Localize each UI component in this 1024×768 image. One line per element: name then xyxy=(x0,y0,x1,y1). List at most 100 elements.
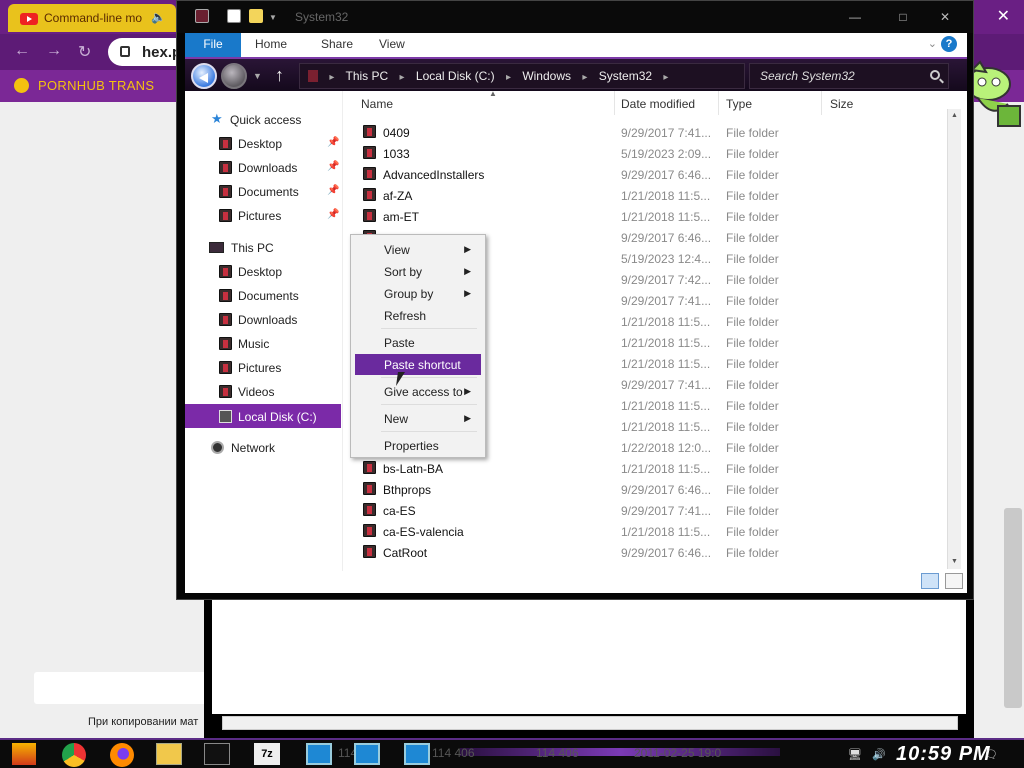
context-menu-item-sort-by[interactable]: Sort by ▶ xyxy=(355,261,481,282)
file-row[interactable]: bs-Latn-BA 1/21/2018 11:5... File folder xyxy=(345,458,945,479)
nav-pc-desktop[interactable]: Desktop xyxy=(185,261,341,283)
pin-icon[interactable]: 📌 xyxy=(327,209,339,220)
large-icons-view-icon[interactable] xyxy=(945,573,963,589)
window-icon[interactable] xyxy=(404,743,430,765)
background-window-hscrollbar[interactable] xyxy=(222,716,958,730)
explorer-app-icon[interactable] xyxy=(195,9,209,23)
forward-icon[interactable] xyxy=(221,63,247,89)
minimize-icon[interactable]: — xyxy=(839,7,871,27)
recent-locations-icon[interactable]: ▼ xyxy=(253,71,262,81)
help-icon[interactable]: ? xyxy=(941,36,957,52)
qat-dropdown-icon[interactable]: ▼ xyxy=(269,13,277,22)
chrome-icon[interactable] xyxy=(62,743,86,767)
context-menu-item-view[interactable]: View ▶ xyxy=(355,239,481,260)
tab-home[interactable]: Home xyxy=(247,33,295,57)
window-icon[interactable] xyxy=(354,743,380,765)
nav-network[interactable]: Network xyxy=(185,437,341,459)
browser-forward-icon[interactable]: → xyxy=(46,42,62,60)
breadcrumb-chevron-icon[interactable]: ▸ xyxy=(663,72,668,83)
breadcrumb-chevron-icon[interactable]: ▸ xyxy=(400,72,405,83)
nav-pc-music[interactable]: Music xyxy=(185,333,341,355)
notification-icon[interactable]: 🗨 xyxy=(984,748,998,761)
file-row[interactable]: CatRoot 9/29/2017 6:46... File folder xyxy=(345,542,945,563)
breadcrumb-chevron-icon[interactable]: ▸ xyxy=(506,72,511,83)
browser-close-icon[interactable]: ✕ xyxy=(997,6,1010,26)
new-folder-icon[interactable] xyxy=(249,9,263,23)
file-row[interactable]: Bthprops 9/29/2017 6:46... File folder xyxy=(345,479,945,500)
search-input[interactable]: Search System32 xyxy=(749,63,949,89)
file-explorer-taskbar-icon[interactable] xyxy=(156,743,182,765)
file-row[interactable]: am-ET 1/21/2018 11:5... File folder xyxy=(345,206,945,227)
window-icon[interactable] xyxy=(306,743,332,765)
maximize-icon[interactable]: □ xyxy=(887,7,919,27)
firefox-icon[interactable] xyxy=(110,743,134,767)
context-menu-item-group-by[interactable]: Group by ▶ xyxy=(355,283,481,304)
breadcrumb-item[interactable]: Local Disk (C:) xyxy=(416,69,495,83)
close-icon[interactable]: ✕ xyxy=(929,7,961,27)
file-row[interactable]: 1033 5/19/2023 2:09... File folder xyxy=(345,143,945,164)
pin-icon[interactable]: 📌 xyxy=(327,137,339,148)
tab-file[interactable]: File xyxy=(185,33,241,57)
nav-qa-pictures[interactable]: Pictures 📌 xyxy=(185,205,341,227)
pin-icon[interactable]: 📌 xyxy=(327,185,339,196)
start-icon[interactable] xyxy=(12,743,36,765)
nav-pc-downloads[interactable]: Downloads xyxy=(185,309,341,331)
network-tray-icon[interactable]: 🖥 xyxy=(848,748,862,761)
nav-this-pc[interactable]: This PC xyxy=(185,237,341,259)
breadcrumb-item[interactable]: This PC xyxy=(346,69,389,83)
nav-qa-downloads[interactable]: Downloads 📌 xyxy=(185,157,341,179)
nav-local-disk[interactable]: Local Disk (C:) xyxy=(185,404,341,428)
file-row[interactable]: af-ZA 1/21/2018 11:5... File folder xyxy=(345,185,945,206)
breadcrumb-chevron-icon[interactable]: ▸ xyxy=(329,72,334,83)
browser-reload-icon[interactable]: ↻ xyxy=(78,42,91,62)
nav-pc-documents[interactable]: Documents xyxy=(185,285,341,307)
pin-icon[interactable]: 📌 xyxy=(327,161,339,172)
browser-scrollbar[interactable] xyxy=(1004,508,1022,708)
browser-back-icon[interactable]: ← xyxy=(14,42,30,60)
context-menu-item-refresh[interactable]: Refresh xyxy=(355,305,481,326)
nav-quick-access[interactable]: ★ Quick access xyxy=(185,109,341,131)
tab-view[interactable]: View xyxy=(371,33,413,57)
scroll-down-icon[interactable]: ▼ xyxy=(948,555,961,569)
file-row[interactable]: ca-ES 9/29/2017 7:41... File folder xyxy=(345,500,945,521)
nav-pc-pictures[interactable]: Pictures xyxy=(185,357,341,379)
back-icon[interactable] xyxy=(191,63,217,89)
file-list-scrollbar[interactable]: ▲ ▼ xyxy=(947,109,961,569)
up-arrow-icon[interactable]: ↑ xyxy=(275,66,284,84)
bookmark-label: PORNHUB TRANS xyxy=(38,78,155,93)
breadcrumb-item[interactable]: Windows xyxy=(522,69,571,83)
context-menu-item-new[interactable]: New ▶ xyxy=(355,408,481,429)
column-label: Date modified xyxy=(621,97,696,111)
7zip-icon[interactable]: 7z xyxy=(254,743,280,765)
column-header-type[interactable]: Type xyxy=(718,91,822,115)
scroll-up-icon[interactable]: ▲ xyxy=(948,109,961,123)
properties-icon[interactable] xyxy=(227,9,241,23)
details-view-icon[interactable] xyxy=(921,573,939,589)
breadcrumb-item[interactable]: System32 xyxy=(599,69,652,83)
browser-tab[interactable]: Command-line mo 🔈 xyxy=(8,4,176,32)
file-row[interactable]: AdvancedInstallers 9/29/2017 6:46... File … xyxy=(345,164,945,185)
column-header-name[interactable]: ▲ Name xyxy=(353,91,615,115)
ribbon-expand-icon[interactable]: ⌄ xyxy=(928,37,937,50)
nav-qa-desktop[interactable]: Desktop 📌 xyxy=(185,133,341,155)
tab-share[interactable]: Share xyxy=(313,33,361,57)
file-row[interactable]: 0409 9/29/2017 7:41... File folder xyxy=(345,122,945,143)
explorer-titlebar[interactable]: ▼ System32 — □ ✕ xyxy=(177,1,973,33)
volume-icon[interactable]: 🔊 xyxy=(872,748,886,761)
clock[interactable]: 10:59 PM xyxy=(896,743,991,766)
context-menu-item-properties[interactable]: Properties xyxy=(355,435,481,456)
column-header-date[interactable]: Date modified xyxy=(613,91,719,115)
context-menu-item-paste-shortcut[interactable]: Paste shortcut xyxy=(355,354,481,375)
breadcrumb-chevron-icon[interactable]: ▸ xyxy=(582,72,587,83)
file-row[interactable]: ca-ES-valencia 1/21/2018 11:5... File fold… xyxy=(345,521,945,542)
breadcrumb[interactable]: ▸ This PC ▸ Local Disk (C:) ▸ Windows ▸ … xyxy=(299,63,745,89)
search-icon[interactable] xyxy=(930,70,940,80)
speaker-icon[interactable]: 🔈 xyxy=(151,10,166,24)
context-menu-item-paste[interactable]: Paste xyxy=(355,332,481,353)
nav-qa-documents[interactable]: Documents 📌 xyxy=(185,181,341,203)
column-header-size[interactable]: Size xyxy=(822,91,950,115)
nav-pc-videos[interactable]: Videos xyxy=(185,381,341,403)
terminal-icon[interactable] xyxy=(204,743,230,765)
page-input-box[interactable] xyxy=(34,672,214,704)
context-menu-item-give-access-to[interactable]: Give access to ▶ xyxy=(355,381,481,402)
